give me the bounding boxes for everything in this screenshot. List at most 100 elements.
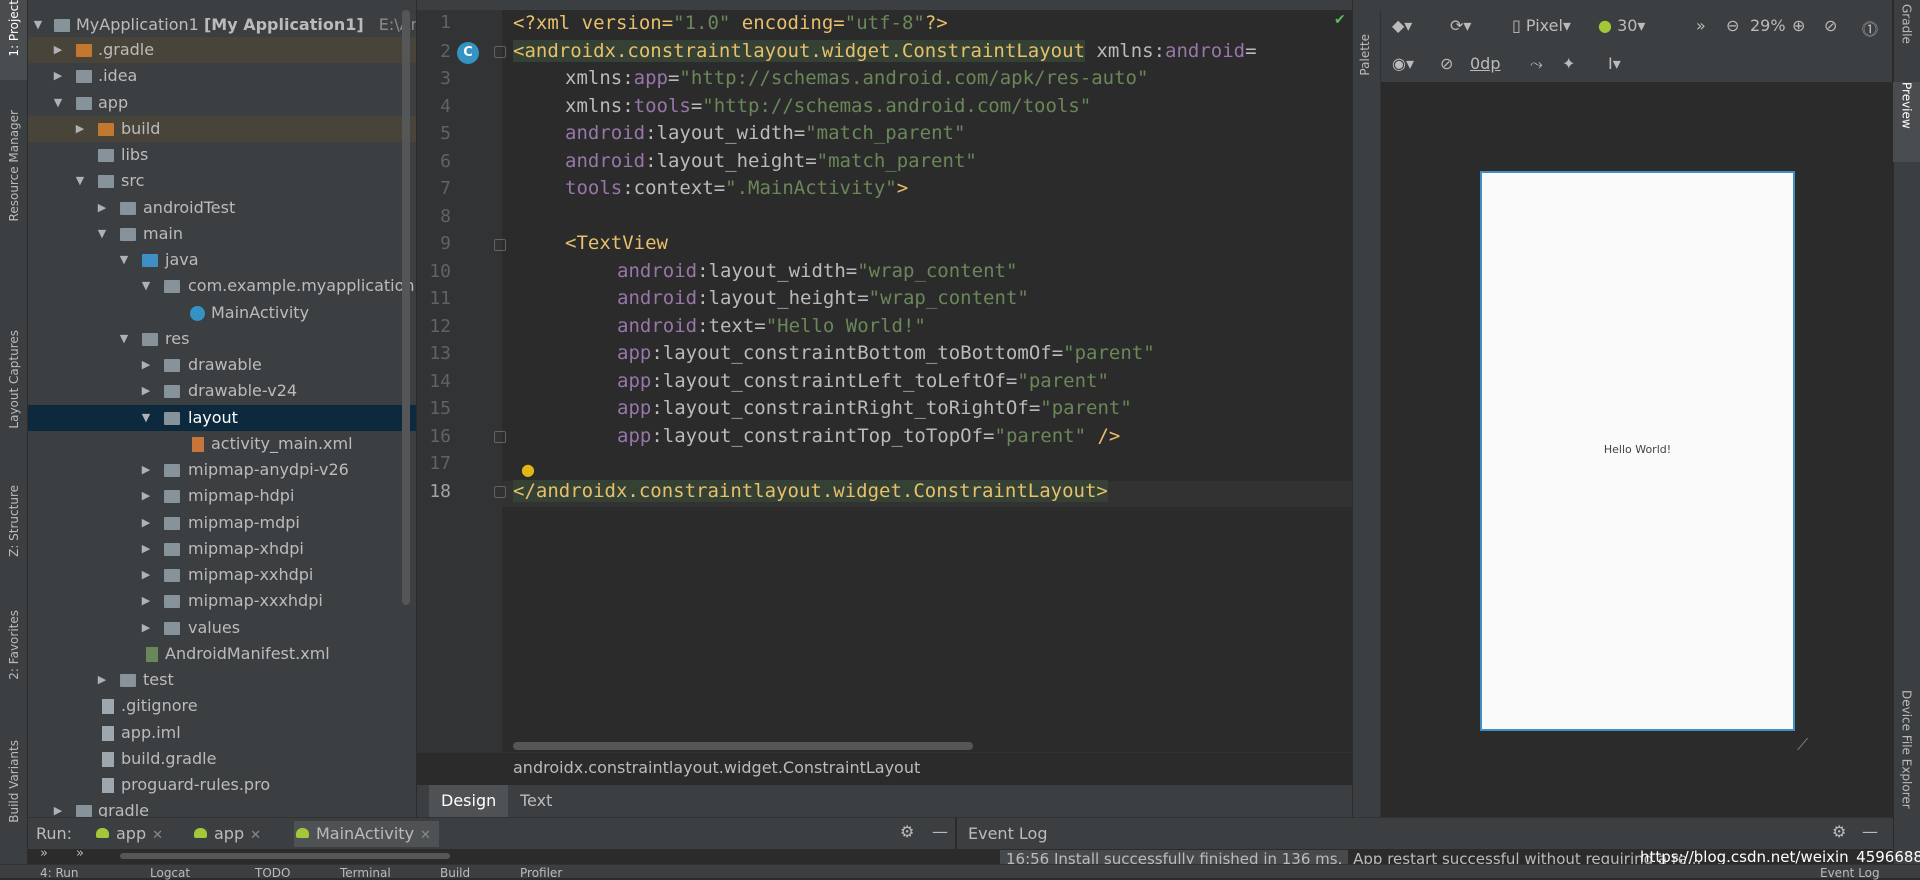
chevron-right-icon[interactable]: ▶ [74, 116, 86, 142]
chevron-right-icon[interactable]: ▶ [140, 536, 152, 562]
tree-row[interactable]: ▼ app [28, 90, 416, 116]
tree-row[interactable]: AndroidManifest.xml [28, 641, 416, 667]
tree-row[interactable]: ▶ .idea [28, 63, 416, 89]
tree-row[interactable]: app.iml [28, 720, 416, 746]
more-icon[interactable]: » [1696, 16, 1706, 35]
tree-row-selected[interactable]: ▼ layout [28, 405, 416, 431]
zoom-in-icon[interactable]: ⊕ [1792, 16, 1805, 35]
fold-marker-icon[interactable] [494, 239, 506, 251]
device-selector[interactable]: ▯ Pixel▾ [1512, 16, 1571, 35]
tree-row[interactable]: ▶ mipmap-mdpi [28, 510, 416, 536]
tab-text[interactable]: Text [508, 785, 564, 817]
layers-icon[interactable]: ◆▾ [1392, 16, 1412, 35]
tree-row[interactable]: ▶ .gradle [28, 37, 416, 63]
tool-tab-profiler[interactable]: Profiler [520, 866, 562, 880]
expand-icon[interactable]: » [76, 846, 84, 861]
chevron-down-icon[interactable]: ▼ [96, 221, 108, 247]
hello-textview[interactable]: Hello World! [1480, 443, 1795, 456]
clear-constraints-icon[interactable]: ⤳ [1530, 54, 1543, 74]
tree-row[interactable]: proguard-rules.pro [28, 772, 416, 798]
tree-row[interactable]: ▶ mipmap-hdpi [28, 483, 416, 509]
chevron-right-icon[interactable]: ▶ [52, 798, 64, 817]
editor-horizontal-scrollbar[interactable] [513, 742, 973, 750]
tree-row[interactable]: ▶ drawable-v24 [28, 378, 416, 404]
tree-row[interactable]: ▶ build [28, 116, 416, 142]
zoom-out-icon[interactable]: ⊖ [1726, 16, 1739, 35]
chevron-right-icon[interactable]: ▶ [140, 510, 152, 536]
tab-design[interactable]: Design [429, 785, 509, 817]
tool-tab-run[interactable]: 4: Run [40, 866, 79, 880]
tree-row[interactable]: ▶ test [28, 667, 416, 693]
tree-row[interactable]: ▶ gradle [28, 798, 416, 817]
tab-device-file-explorer[interactable]: Device File Explorer [1893, 690, 1920, 860]
chevron-right-icon[interactable]: ▶ [140, 378, 152, 404]
tool-tab-event-log[interactable]: Event Log [1820, 866, 1880, 880]
run-tab-app[interactable]: app ✕ [94, 821, 163, 847]
class-annotation-icon[interactable]: C [457, 42, 479, 64]
tab-build-variants[interactable]: Build Variants [0, 740, 27, 850]
minimize-icon[interactable]: — [932, 822, 948, 841]
chevron-down-icon[interactable]: ▼ [118, 326, 130, 352]
palette-tab[interactable]: Palette [1358, 34, 1372, 76]
chevron-right-icon[interactable]: ▶ [140, 352, 152, 378]
tree-row[interactable]: .gitignore [28, 693, 416, 719]
run-tab-app[interactable]: app ✕ [192, 821, 261, 847]
tree-row[interactable]: ▶ mipmap-xhdpi [28, 536, 416, 562]
chevron-down-icon[interactable]: ▼ [140, 273, 152, 299]
tree-row[interactable]: ▼ com.example.myapplication1 [28, 273, 416, 299]
tree-row[interactable]: ▼ main [28, 221, 416, 247]
tree-row[interactable]: ▼ java [28, 247, 416, 273]
infer-constraints-icon[interactable]: ✦ [1562, 54, 1575, 73]
eye-icon[interactable]: ◉▾ [1392, 54, 1414, 73]
chevron-down-icon[interactable]: ▼ [118, 247, 130, 273]
chevron-down-icon[interactable]: ▼ [52, 90, 64, 116]
tree-row[interactable]: ▶ mipmap-xxxhdpi [28, 588, 416, 614]
chevron-down-icon[interactable]: ▼ [32, 12, 44, 38]
tree-row[interactable]: activity_main.xml [28, 431, 416, 457]
tab-preview[interactable]: Preview [1893, 82, 1920, 162]
close-icon[interactable]: ✕ [250, 828, 261, 843]
chevron-right-icon[interactable]: ▶ [140, 588, 152, 614]
tree-row[interactable]: ▶ drawable [28, 352, 416, 378]
fold-marker-icon[interactable] [494, 46, 506, 58]
chevron-right-icon[interactable]: ▶ [52, 37, 64, 63]
fold-marker-icon[interactable] [494, 431, 506, 443]
chevron-right-icon[interactable]: ▶ [140, 483, 152, 509]
chevron-right-icon[interactable]: ▶ [140, 615, 152, 641]
tool-tab-build[interactable]: Build [440, 866, 470, 880]
tree-row-root[interactable]: ▼ MyApplication1 [My Application1] E:\An… [28, 12, 416, 38]
tab-structure[interactable]: Z: Structure [0, 485, 27, 595]
tab-layout-captures[interactable]: Layout Captures [0, 330, 27, 460]
close-icon[interactable]: ✕ [152, 828, 163, 843]
tree-row[interactable]: ▶ androidTest [28, 195, 416, 221]
tool-tab-logcat[interactable]: Logcat [150, 866, 190, 880]
expand-icon[interactable]: » [40, 846, 48, 861]
tree-row[interactable]: MainActivity [28, 300, 416, 326]
minimize-icon[interactable]: — [1862, 822, 1878, 841]
editor-tab-strip[interactable] [417, 0, 1352, 10]
run-scrollbar[interactable] [120, 853, 450, 859]
warning-icon[interactable]: ⓵ [1862, 16, 1878, 40]
guidelines-icon[interactable]: I▾ [1608, 54, 1621, 73]
chevron-right-icon[interactable]: ▶ [52, 63, 64, 89]
tree-row[interactable]: ▶ values [28, 615, 416, 641]
tree-row[interactable]: ▼ res [28, 326, 416, 352]
resize-handle-icon[interactable]: ⟋ [1797, 735, 1819, 757]
tree-row[interactable]: ▼ src [28, 168, 416, 194]
tree-row[interactable]: build.gradle [28, 746, 416, 772]
tab-resource-manager[interactable]: Resource Manager [0, 110, 27, 260]
chevron-down-icon[interactable]: ▼ [74, 168, 86, 194]
gear-icon[interactable]: ⚙ [1832, 822, 1846, 841]
lightbulb-icon[interactable]: ● [521, 460, 535, 479]
api-selector[interactable]: ● 30▾ [1598, 16, 1645, 35]
breadcrumb[interactable]: androidx.constraintlayout.widget.Constra… [513, 758, 920, 777]
gear-icon[interactable]: ⚙ [900, 822, 914, 841]
chevron-right-icon[interactable]: ▶ [140, 562, 152, 588]
tab-gradle[interactable]: Gradle [1893, 4, 1920, 64]
run-tab-mainactivity[interactable]: MainActivity ✕ [294, 821, 439, 847]
tab-project[interactable]: 1: Project [0, 0, 27, 80]
project-scrollbar[interactable] [402, 10, 410, 605]
tree-row[interactable]: ▶ mipmap-anydpi-v26 [28, 457, 416, 483]
magnet-icon[interactable]: ⊘ [1440, 54, 1453, 73]
tool-tab-terminal[interactable]: Terminal [340, 866, 391, 880]
